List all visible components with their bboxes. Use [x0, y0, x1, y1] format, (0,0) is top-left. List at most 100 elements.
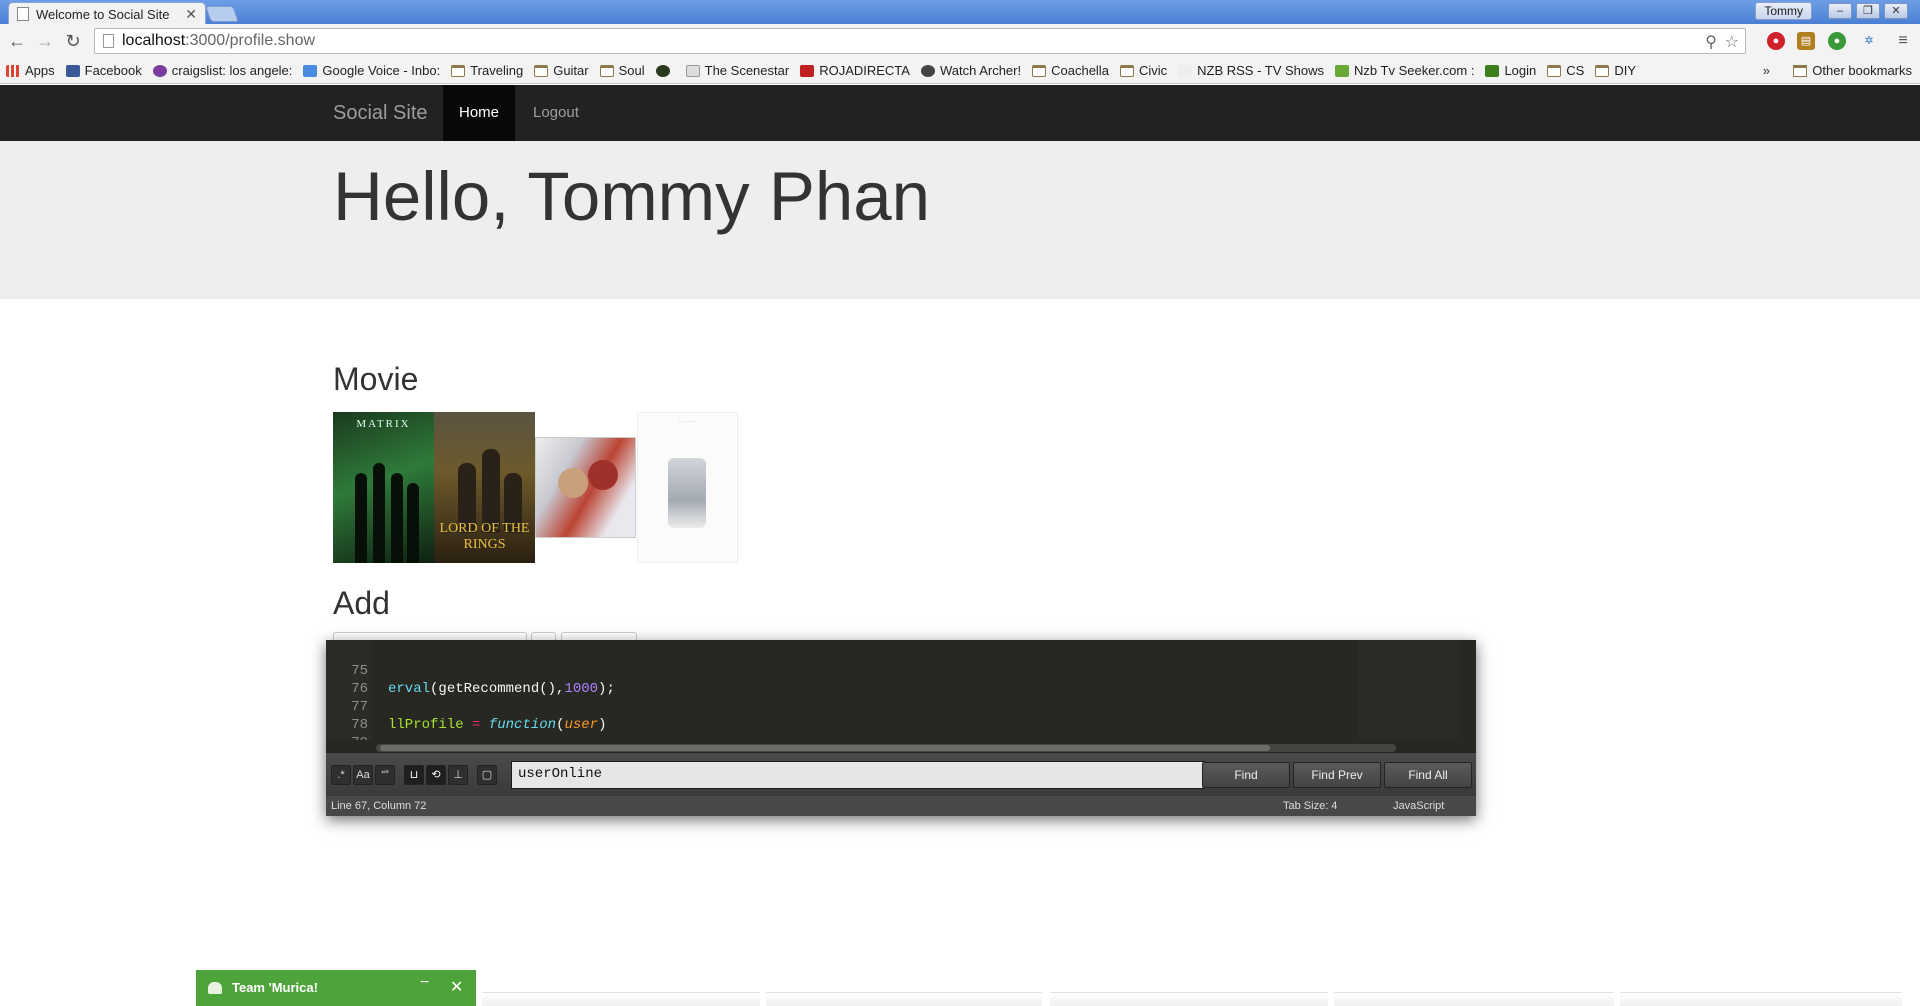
hangout-chat-bar[interactable]: Team 'Murica! − ✕	[196, 970, 476, 1006]
peace-icon	[152, 64, 167, 77]
menu-icon[interactable]: ≡	[1894, 32, 1912, 50]
profile-button[interactable]: Tommy	[1755, 2, 1812, 20]
in-selection-toggle[interactable]: ⊔	[404, 765, 424, 785]
chat-tab-shadow	[482, 992, 760, 1006]
facebook-icon	[65, 64, 80, 77]
network-extension-icon[interactable]: ✲	[1860, 32, 1878, 50]
bookmark-facebook[interactable]: Facebook	[65, 63, 142, 78]
page-icon	[17, 7, 29, 21]
code-line-76: 76	[351, 681, 368, 697]
syntax-indicator[interactable]: JavaScript	[1393, 796, 1444, 816]
case-sensitive-toggle[interactable]: Aa	[353, 765, 373, 785]
location-extension-icon[interactable]: ●	[1828, 32, 1846, 50]
folder-icon	[451, 64, 466, 77]
reload-icon[interactable]: ↻	[62, 30, 84, 52]
movie-posters: MATRIX LORD OF THE RINGS · · · · · ·	[333, 412, 743, 564]
bookmark-folder-traveling[interactable]: Traveling	[451, 63, 523, 78]
close-window-button[interactable]: ✕	[1884, 3, 1908, 19]
folder-icon	[1595, 64, 1610, 77]
folder-icon	[1119, 64, 1134, 77]
site-brand-link[interactable]: Social Site	[333, 85, 428, 141]
restore-window-button[interactable]: ❐	[1856, 3, 1880, 19]
wrap-toggle[interactable]: ⟲	[426, 765, 446, 785]
code-area[interactable]: 75 erval(getRecommend(),1000); 76 77 llP…	[326, 640, 1476, 740]
bookmark-scenestar[interactable]: The Scenestar	[685, 63, 789, 78]
adblock-extension-icon[interactable]: ●	[1767, 32, 1785, 50]
lord-of-the-rings-poster[interactable]: LORD OF THE RINGS	[434, 412, 535, 563]
whole-word-toggle[interactable]: “”	[375, 765, 395, 785]
page-icon	[103, 34, 114, 48]
horizontal-scrollbar[interactable]	[376, 744, 1396, 752]
bookmark-google-voice[interactable]: Google Voice - Inbo:	[303, 63, 440, 78]
code-line-77: 77 llProfile = function(user)	[351, 699, 607, 733]
show-context-toggle[interactable]: ▢	[477, 765, 497, 785]
find-button[interactable]: Find	[1202, 762, 1290, 788]
close-tab-icon[interactable]: ✕	[185, 6, 197, 23]
address-bar[interactable]: localhost:3000/profile.show ⚲ ☆	[94, 28, 1746, 54]
tab-size-indicator[interactable]: Tab Size: 4	[1283, 796, 1337, 816]
bookmark-login[interactable]: Login	[1485, 63, 1536, 78]
code-editor-panel: 75 erval(getRecommend(),1000); 76 77 llP…	[326, 640, 1476, 816]
movie-poster-4[interactable]: · · · · · ·	[637, 412, 738, 563]
new-tab-button[interactable]	[205, 6, 239, 22]
folder-icon	[534, 64, 549, 77]
bookmark-folder-coachella[interactable]: Coachella	[1032, 63, 1109, 78]
bookmark-folder-soul[interactable]: Soul	[599, 63, 645, 78]
close-chat-icon[interactable]: ✕	[450, 977, 463, 997]
nav-logout-link[interactable]: Logout	[517, 85, 595, 141]
highlight-matches-toggle[interactable]: ⊥	[448, 765, 468, 785]
nzb-icon	[1178, 64, 1193, 77]
regex-toggle[interactable]: .*	[331, 765, 351, 785]
greeting-heading: Hello, Tommy Phan	[333, 158, 930, 235]
bookmark-archer[interactable]: Watch Archer!	[920, 63, 1021, 78]
add-movie-input[interactable]	[333, 632, 527, 640]
bookmark-nzb-tv-seeker[interactable]: Nzb Tv Seeker.com :	[1335, 63, 1474, 78]
minimap[interactable]	[1356, 640, 1460, 738]
bookmark-folder-cs[interactable]: CS	[1547, 63, 1584, 78]
bookmarks-overflow-button[interactable]: »	[1763, 63, 1770, 78]
bookmark-craigslist[interactable]: craigslist: los angele:	[152, 63, 292, 78]
browser-toolbar: ← → ↻ localhost:3000/profile.show ⚲ ☆ ● …	[0, 24, 1920, 58]
nav-home-link[interactable]: Home	[443, 85, 516, 141]
search-icon[interactable]: ⚲	[1705, 32, 1717, 52]
other-bookmarks-folder[interactable]: Other bookmarks	[1793, 63, 1912, 78]
google-voice-icon	[303, 64, 318, 77]
chat-tab-shadow	[1620, 992, 1902, 1006]
minimize-window-button[interactable]: –	[1828, 3, 1852, 19]
back-arrow-icon[interactable]: ←	[6, 30, 28, 52]
add-heading: Add	[333, 585, 390, 621]
chat-tab-shadow	[1334, 992, 1614, 1006]
bookmark-rojadirecta[interactable]: ROJADIRECTA	[800, 63, 910, 78]
bookmark-folder-diy[interactable]: DIY	[1595, 63, 1636, 78]
find-bar: .* Aa “” ⊔ ⟲ ⊥ ▢ userOnline Find Find Pr…	[326, 752, 1476, 796]
extension-icon[interactable]: ▤	[1797, 32, 1815, 50]
forward-arrow-icon[interactable]: →	[34, 30, 56, 52]
code-line-79: 79 nsole.log(user.movies);	[326, 716, 1426, 740]
tab-strip: Welcome to Social Site ✕ Tommy – ❐ ✕	[0, 0, 1920, 25]
chat-title: Team 'Murica!	[232, 980, 318, 995]
bookmark-folder-civic[interactable]: Civic	[1119, 63, 1167, 78]
bookmark-apps[interactable]: Apps	[6, 63, 55, 78]
archer-icon	[920, 64, 935, 77]
editor-status-bar: Line 67, Column 72 Tab Size: 4 JavaScrip…	[326, 796, 1476, 816]
add-movie-button[interactable]	[561, 632, 637, 640]
group-chat-icon	[208, 982, 222, 994]
minimize-chat-icon[interactable]: −	[420, 974, 429, 992]
movie-poster-3[interactable]	[535, 437, 636, 538]
star-bookmark-icon[interactable]: ☆	[1725, 32, 1739, 52]
url-path: :3000/profile.show	[185, 32, 316, 49]
browser-tab[interactable]: Welcome to Social Site ✕	[8, 2, 206, 25]
code-line-78: 78	[351, 717, 368, 733]
find-prev-button[interactable]: Find Prev	[1293, 762, 1381, 788]
bookmark-nzb-rss[interactable]: NZB RSS - TV Shows	[1178, 63, 1324, 78]
folder-icon	[1793, 64, 1808, 77]
scrollbar-thumb[interactable]	[380, 745, 1270, 751]
find-all-button[interactable]: Find All	[1384, 762, 1472, 788]
add-movie-dropdown[interactable]	[531, 632, 556, 640]
find-input[interactable]: userOnline	[511, 761, 1205, 789]
bookmark-unnamed[interactable]	[655, 64, 675, 77]
nzb-tv-icon	[1335, 64, 1350, 77]
bookmark-folder-guitar[interactable]: Guitar	[534, 63, 589, 78]
jumbotron: Hello, Tommy Phan	[0, 141, 1920, 299]
matrix-poster[interactable]: MATRIX	[333, 412, 434, 563]
